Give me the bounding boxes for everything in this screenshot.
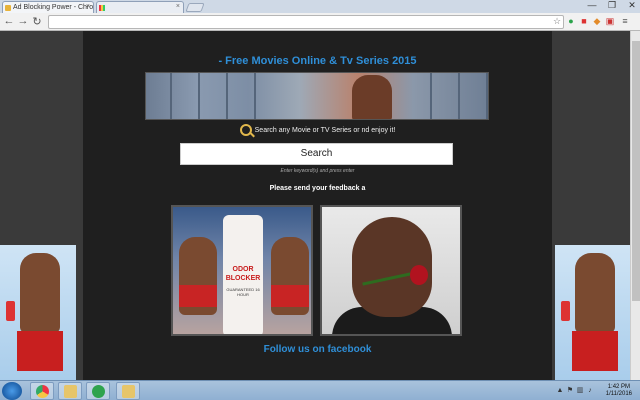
taskbar: ▲ ⚑ ▥ ♪ 1:42 PM 1/11/2016 <box>0 380 640 400</box>
banner-image <box>145 72 489 120</box>
tray-volume-icon[interactable]: ♪ <box>586 387 594 395</box>
site-title: - Free Movies Online & Tv Series 2015 <box>218 55 417 67</box>
can-brand-text: ODOR BLOCKER <box>225 266 261 282</box>
search-hint-text: Search any Movie or TV Series or nd enjo… <box>254 126 396 134</box>
can-sub-text: GUARANTEED 16 HOUR <box>226 287 260 297</box>
feedback-text: Please send your feedback a <box>269 185 366 192</box>
tab-strip: Ad Blocking Power - Chro × × — ❐ ✕ <box>0 0 640 13</box>
clock-date: 1/11/2016 <box>605 391 632 397</box>
close-window-button[interactable]: ✕ <box>626 0 638 11</box>
window-controls: — ❐ ✕ <box>586 0 638 11</box>
tab-close-icon[interactable]: × <box>86 3 90 10</box>
extension-red-icon[interactable]: ■ <box>579 16 589 26</box>
tab-ad-blocking-power[interactable]: Ad Blocking Power - Chro × <box>2 1 94 13</box>
taskbar-explorer-button[interactable] <box>58 382 82 400</box>
extension-green-icon[interactable]: ● <box>566 16 576 26</box>
side-ad-left[interactable] <box>0 245 76 380</box>
minimize-button[interactable]: — <box>586 0 598 11</box>
forward-arrow-icon[interactable]: → <box>17 15 29 27</box>
magnifier-icon <box>239 124 252 136</box>
spray-can: ODOR BLOCKER GUARANTEED 16 HOUR <box>223 215 263 334</box>
tab-favicon-icon <box>5 5 11 11</box>
chrome-icon <box>36 385 49 398</box>
address-bar[interactable] <box>48 15 564 29</box>
banner-person-figure <box>352 75 392 119</box>
extension-kfc-icon[interactable]: ▣ <box>605 16 615 26</box>
search-input[interactable]: Search <box>180 143 453 165</box>
odor-blocker-ad-image[interactable]: ODOR BLOCKER GUARANTEED 16 HOUR <box>171 205 313 336</box>
hangouts-icon <box>92 385 105 398</box>
tray-network-icon[interactable]: ▥ <box>576 387 584 395</box>
taskbar-chrome-button[interactable] <box>30 382 54 400</box>
start-button[interactable] <box>2 382 22 400</box>
follow-facebook-link[interactable]: Follow us on facebook <box>83 344 552 355</box>
taskbar-files-button[interactable] <box>116 382 140 400</box>
man-with-rose-image[interactable] <box>320 205 462 336</box>
menu-icon[interactable]: ≡ <box>620 16 630 26</box>
extension-orange-icon[interactable]: ◆ <box>592 16 602 26</box>
enter-hint: Enter keyword(s) and press enter <box>280 168 355 174</box>
side-ad-right[interactable] <box>555 245 630 380</box>
browser-toolbar: ← → ↻ ☆ ● ■ ◆ ▣ ≡ <box>0 13 640 31</box>
tab-favicon-icon <box>99 5 105 11</box>
clock-time: 1:42 PM <box>607 384 631 390</box>
taskbar-hangouts-button[interactable] <box>86 382 110 400</box>
page-viewport: - Free Movies Online & Tv Series 2015 Se… <box>0 31 630 380</box>
tray-flag-icon[interactable]: ⚑ <box>566 387 574 395</box>
folder-icon <box>122 385 135 398</box>
search-hint: Search any Movie or TV Series or nd enjo… <box>83 124 552 136</box>
rose-icon <box>410 265 428 285</box>
tab-close-icon[interactable]: × <box>176 3 180 10</box>
tray-arrow-icon[interactable]: ▲ <box>556 387 564 395</box>
reload-icon[interactable]: ↻ <box>31 15 43 28</box>
main-content: - Free Movies Online & Tv Series 2015 Se… <box>83 31 552 380</box>
back-arrow-icon[interactable]: ← <box>3 15 15 27</box>
clock[interactable]: 1:42 PM 1/11/2016 <box>606 384 632 398</box>
new-tab-button[interactable] <box>185 3 205 12</box>
maximize-button[interactable]: ❐ <box>606 0 618 11</box>
tab-second[interactable]: × <box>96 1 184 13</box>
scrollbar[interactable] <box>630 31 640 380</box>
tab-label: Ad Blocking Power - Chro <box>13 4 94 11</box>
star-icon[interactable]: ☆ <box>552 16 562 26</box>
folder-icon <box>64 385 77 398</box>
scrollbar-thumb[interactable] <box>632 41 640 301</box>
